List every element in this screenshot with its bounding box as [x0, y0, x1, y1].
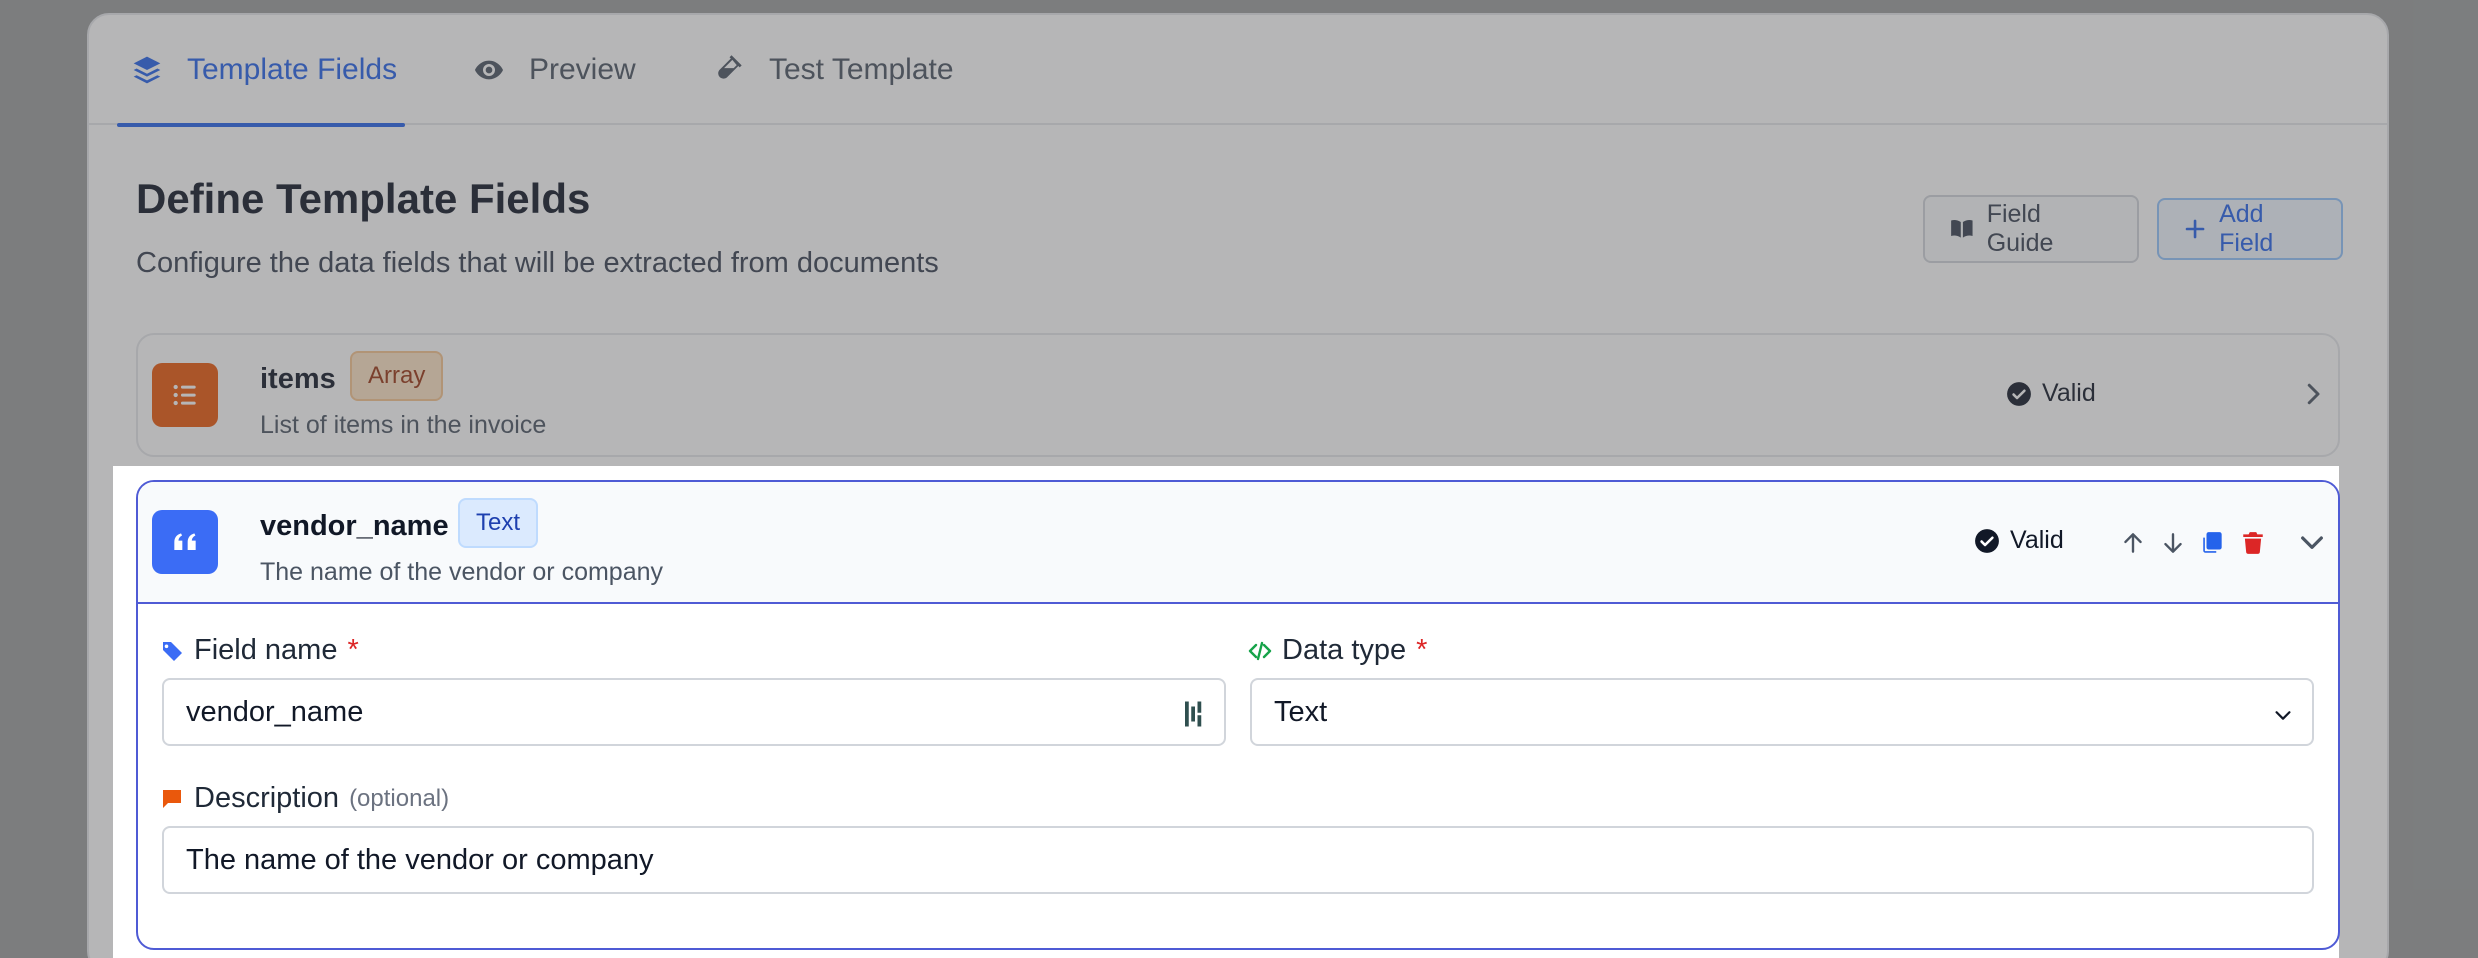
field-name-value: vendor_name [186, 695, 364, 728]
field-row-vendor-name: vendor_name Text The name of the vendor … [136, 480, 2340, 950]
optional-hint: (optional) [349, 784, 450, 812]
chevron-down-icon [2275, 711, 2291, 720]
field-name-label-row: Field name * [160, 634, 359, 667]
comment-icon [163, 789, 181, 808]
data-type-label: Data type [1282, 634, 1407, 666]
quote-icon [174, 533, 196, 550]
tag-icon [162, 641, 182, 661]
description-label-row: Description (optional) [160, 782, 449, 815]
data-type-value: Text [1274, 695, 1328, 728]
field-description: The name of the vendor or company [260, 558, 664, 586]
code-icon [1248, 641, 1272, 660]
validation-status-label: Valid [2010, 526, 2064, 554]
password-manager-icon[interactable] [1182, 699, 1208, 729]
required-asterisk: * [1416, 634, 1428, 666]
field-name: vendor_name [260, 510, 449, 542]
chevron-down-icon[interactable] [2296, 526, 2328, 558]
arrow-down-icon [2164, 533, 2182, 553]
validation-status: Valid [1974, 526, 2064, 555]
description-label: Description [194, 782, 340, 814]
field-type-badge-icon [152, 510, 218, 574]
check-circle-icon [1975, 528, 1999, 553]
arrow-up-icon [2124, 533, 2142, 553]
duplicate-button[interactable] [2198, 528, 2228, 558]
description-value: The name of the vendor or company [186, 843, 654, 876]
move-down-button[interactable] [2158, 528, 2188, 558]
field-type-badge: Text [458, 498, 539, 548]
highlighted-region: vendor_name Text The name of the vendor … [113, 466, 2340, 958]
trash-icon [2243, 532, 2263, 554]
field-row-header[interactable]: vendor_name Text The name of the vendor … [138, 482, 2338, 604]
description-input[interactable]: The name of the vendor or company [162, 826, 2314, 894]
move-up-button[interactable] [2118, 528, 2148, 558]
data-type-label-row: Data type * [1248, 634, 1427, 667]
required-asterisk: * [347, 634, 359, 666]
data-type-select[interactable]: Text [1250, 678, 2314, 746]
field-name-label: Field name [194, 634, 338, 666]
field-actions [2118, 528, 2268, 558]
copy-icon [2203, 532, 2222, 553]
delete-button[interactable] [2238, 528, 2268, 558]
field-name-input[interactable]: vendor_name [162, 678, 1226, 746]
